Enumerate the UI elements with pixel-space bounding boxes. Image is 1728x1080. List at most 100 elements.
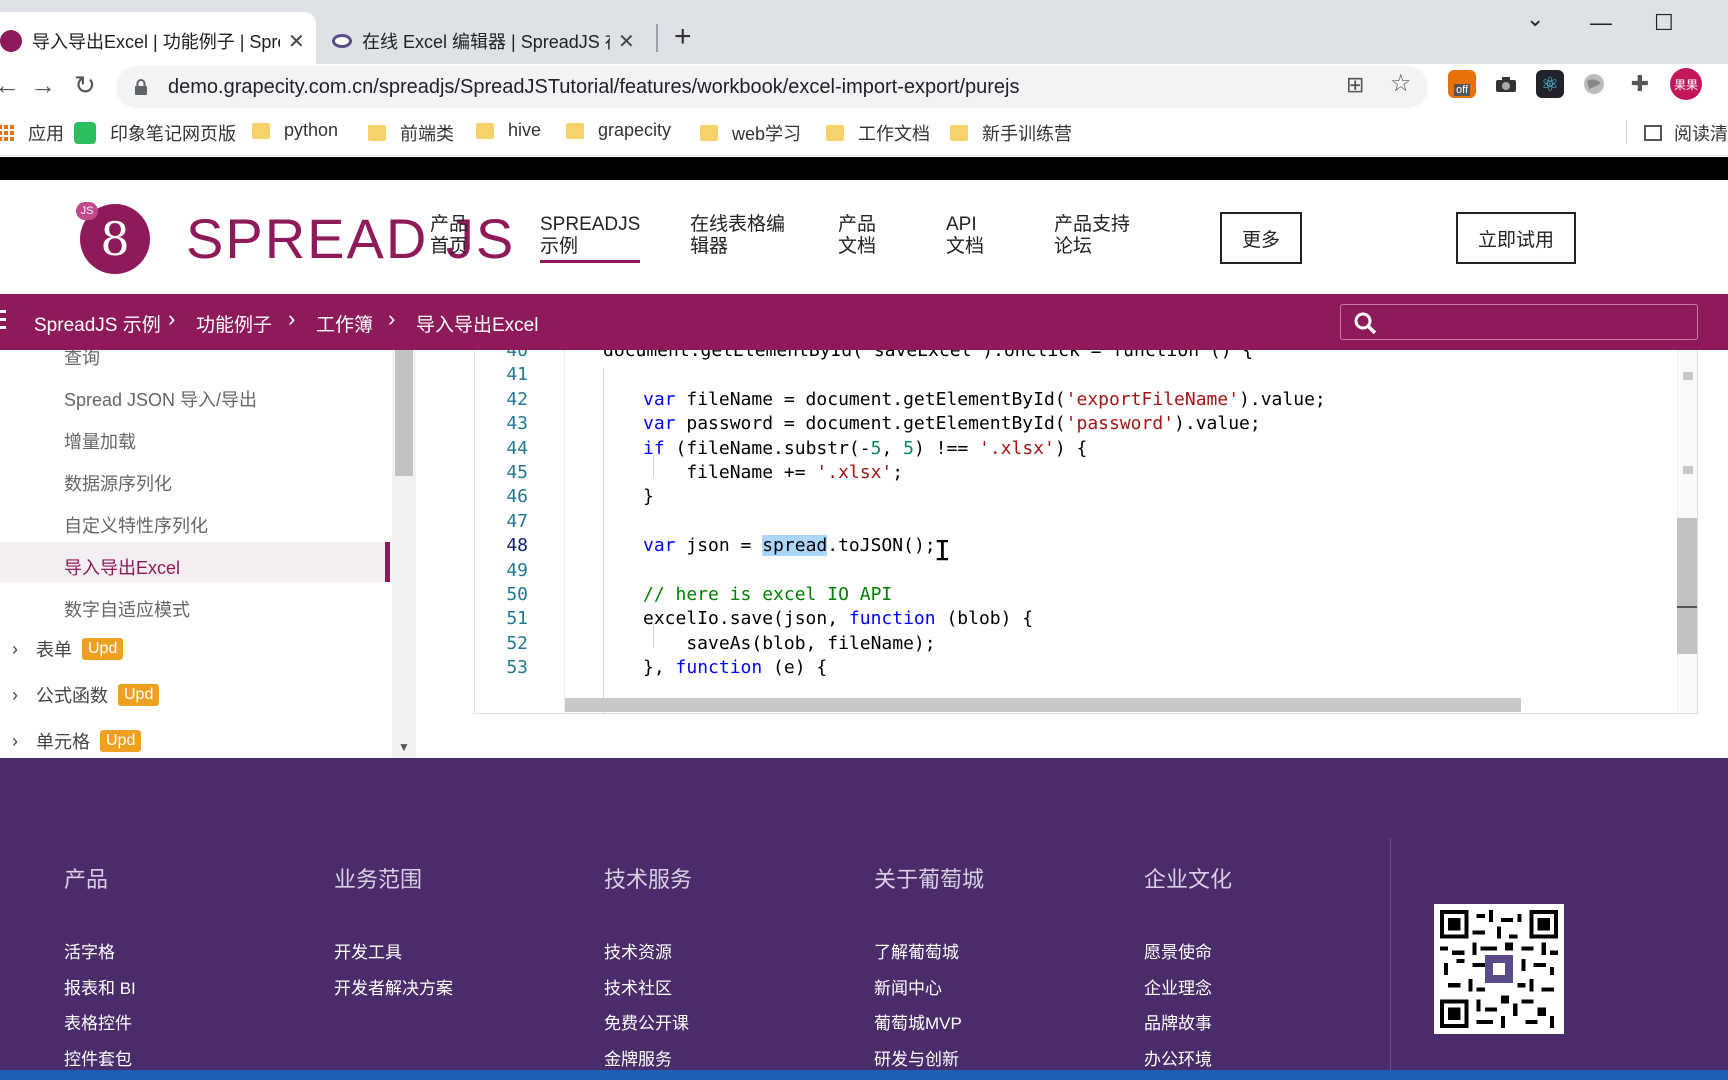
camera-icon[interactable] — [1492, 70, 1520, 98]
react-icon[interactable]: ⚛ — [1536, 70, 1564, 98]
sidebar-item[interactable]: 查询 — [64, 350, 100, 370]
puzzle-icon[interactable]: ✚ — [1626, 70, 1654, 98]
footer-link[interactable]: 免费公开课 — [604, 1009, 692, 1045]
code-line[interactable]: excelIo.save(json, function (blob) { — [643, 608, 1033, 629]
footer-column: 产品 活字格 报表和 BI 表格控件 控件套包 — [64, 862, 136, 1080]
footer-link[interactable]: 技术资源 — [604, 938, 692, 974]
forward-button[interactable]: → — [30, 70, 56, 101]
code-line[interactable]: }, function (e) { — [643, 657, 827, 678]
footer-link[interactable]: 葡萄城MVP — [874, 1009, 984, 1045]
sidebar-item[interactable]: 数字自适应模式 — [64, 596, 190, 622]
footer-link[interactable]: 品牌故事 — [1144, 1009, 1232, 1045]
sidebar-item[interactable]: 增量加载 — [64, 428, 136, 454]
code-line[interactable]: var password = document.getElementById('… — [643, 413, 1261, 434]
breadcrumb-item[interactable]: 工作簿 — [316, 310, 373, 337]
bookmark-folder[interactable]: python — [252, 120, 338, 141]
url-text[interactable]: demo.grapecity.com.cn/spreadjs/SpreadJST… — [168, 76, 1019, 99]
bookmark-folder[interactable]: hive — [476, 120, 541, 141]
bookmark-apps[interactable]: 应用 — [0, 120, 64, 146]
maximize-button[interactable]: ☐ — [1654, 10, 1674, 36]
code-line[interactable]: saveAs(blob, fileName); — [643, 633, 935, 654]
footer-link[interactable]: 报表和 BI — [64, 974, 136, 1010]
code-token: fileName += — [643, 462, 817, 483]
nav-product-home[interactable]: 产品 首页 — [430, 214, 468, 258]
lock-icon[interactable] — [134, 79, 148, 95]
close-icon[interactable]: ✕ — [618, 29, 635, 54]
code-line[interactable]: if (fileName.substr(-5, 5) !== '.xlsx') … — [643, 438, 1087, 459]
profile-avatar[interactable]: 果果 — [1670, 68, 1702, 100]
bookmark-folder[interactable]: web学习 — [700, 120, 801, 146]
globe-icon[interactable] — [1580, 70, 1608, 98]
line-number: 47 — [506, 510, 528, 532]
code-line[interactable]: var fileName = document.getElementById('… — [643, 389, 1326, 410]
vertical-scrollbar[interactable] — [1677, 350, 1697, 713]
minimize-button[interactable]: — — [1590, 10, 1612, 36]
nav-product-docs[interactable]: 产品 文档 — [838, 214, 876, 258]
tab-inactive[interactable]: 在线 Excel 编辑器 | SpreadJS 在线 ✕ — [318, 12, 648, 70]
sidebar-item-active[interactable]: 导入导出Excel — [64, 554, 180, 580]
off-badge-icon[interactable]: off — [1448, 70, 1476, 98]
footer-link[interactable]: 愿景使命 — [1144, 938, 1232, 974]
footer-link[interactable]: 活字格 — [64, 938, 136, 974]
close-icon[interactable]: ✕ — [288, 29, 305, 54]
chevron-right-icon: › — [288, 306, 296, 331]
footer-link[interactable]: 企业理念 — [1144, 974, 1232, 1010]
code-token: ).value; — [1239, 388, 1326, 410]
bookmark-folder[interactable]: 前端类 — [368, 120, 454, 146]
footer-link[interactable]: 新闻中心 — [874, 974, 984, 1010]
footer-link[interactable]: 技术社区 — [604, 974, 692, 1010]
chevron-right-icon: › — [168, 306, 176, 331]
nav-online-editor[interactable]: 在线表格编 辑器 — [690, 214, 785, 258]
sidebar-item[interactable]: 数据源序列化 — [64, 470, 172, 496]
more-button[interactable]: 更多 — [1220, 212, 1302, 264]
tab-title: 在线 Excel 编辑器 | SpreadJS 在线 — [362, 32, 610, 52]
sidebar-scrollbar[interactable]: ▼ — [392, 350, 416, 758]
footer-link[interactable]: 开发工具 — [334, 938, 453, 974]
bookmark-folder[interactable]: 新手训练营 — [950, 120, 1072, 146]
search-icon[interactable] — [1353, 311, 1377, 340]
folder-icon — [368, 125, 386, 141]
try-now-button[interactable]: 立即试用 — [1456, 212, 1576, 264]
horizontal-scrollbar[interactable] — [565, 698, 1521, 712]
scrollbar-thumb[interactable] — [395, 350, 413, 476]
footer-link[interactable]: 开发者解决方案 — [334, 974, 453, 1010]
tab-active[interactable]: 导入导出Excel | 功能例子 | SpreadJS ✕ — [0, 12, 316, 70]
back-button[interactable]: ← — [0, 70, 20, 101]
nav-spreadjs-demos[interactable]: SPREADJS 示例 — [540, 214, 641, 263]
code-line[interactable]: document.getElementById('saveExcel').onc… — [603, 350, 1253, 361]
footer-link[interactable]: 表格控件 — [64, 1009, 136, 1045]
nav-support-forum[interactable]: 产品支持 论坛 — [1054, 214, 1130, 258]
sidebar-group-label: 公式函数 — [36, 686, 108, 706]
bookmarks-bar: 应用 印象笔记网页版 python 前端类 hive grapecity web… — [0, 110, 1728, 156]
footer-link[interactable]: 了解葡萄城 — [874, 938, 984, 974]
scroll-down-icon[interactable]: ▼ — [398, 740, 410, 754]
translate-icon[interactable]: ⊞ — [1346, 72, 1364, 98]
nav-api-docs[interactable]: API 文档 — [946, 214, 984, 258]
code-line[interactable]: fileName += '.xlsx'; — [643, 462, 903, 483]
bookmark-star-icon[interactable]: ☆ — [1390, 69, 1412, 98]
bookmark-folder[interactable]: grapecity — [566, 120, 671, 141]
search-input[interactable] — [1340, 304, 1698, 340]
bookmark-folder[interactable]: 工作文档 — [826, 120, 930, 146]
new-tab-button[interactable]: + — [674, 20, 692, 54]
folder-icon — [476, 122, 494, 139]
sidebar-item[interactable]: Spread JSON 导入/导出 — [64, 386, 257, 412]
sidebar-group[interactable]: › 单元格 Upd — [12, 728, 142, 754]
code-line[interactable]: // here is excel IO API — [643, 584, 892, 605]
reading-list-button[interactable]: 阅读清 — [1644, 120, 1728, 146]
scrollbar-thumb[interactable] — [1677, 518, 1697, 654]
code-line[interactable]: var json = spread.toJSON(); — [643, 535, 936, 557]
code-editor[interactable]: 40 41 42 43 44 45 46 47 48 49 50 51 52 53 document.ge… — [474, 350, 1698, 714]
sidebar-group[interactable]: › 表单 Upd — [12, 636, 124, 662]
code-token: .toJSON(); — [827, 535, 936, 557]
bookmark-evernote[interactable]: 印象笔记网页版 — [74, 120, 236, 146]
reload-button[interactable]: ↻ — [74, 70, 96, 101]
code-line[interactable]: } — [643, 486, 654, 507]
menu-icon[interactable] — [0, 310, 6, 330]
sidebar-group[interactable]: › 公式函数 Upd — [12, 682, 160, 708]
breadcrumb-item[interactable]: 功能例子 — [196, 310, 272, 337]
tab-search-chevron-icon[interactable]: ⌄ — [1526, 6, 1544, 32]
sidebar-item[interactable]: 自定义特性序列化 — [64, 512, 208, 538]
address-bar[interactable]: demo.grapecity.com.cn/spreadjs/SpreadJST… — [116, 66, 1428, 108]
breadcrumb-item[interactable]: SpreadJS 示例 — [34, 310, 161, 337]
